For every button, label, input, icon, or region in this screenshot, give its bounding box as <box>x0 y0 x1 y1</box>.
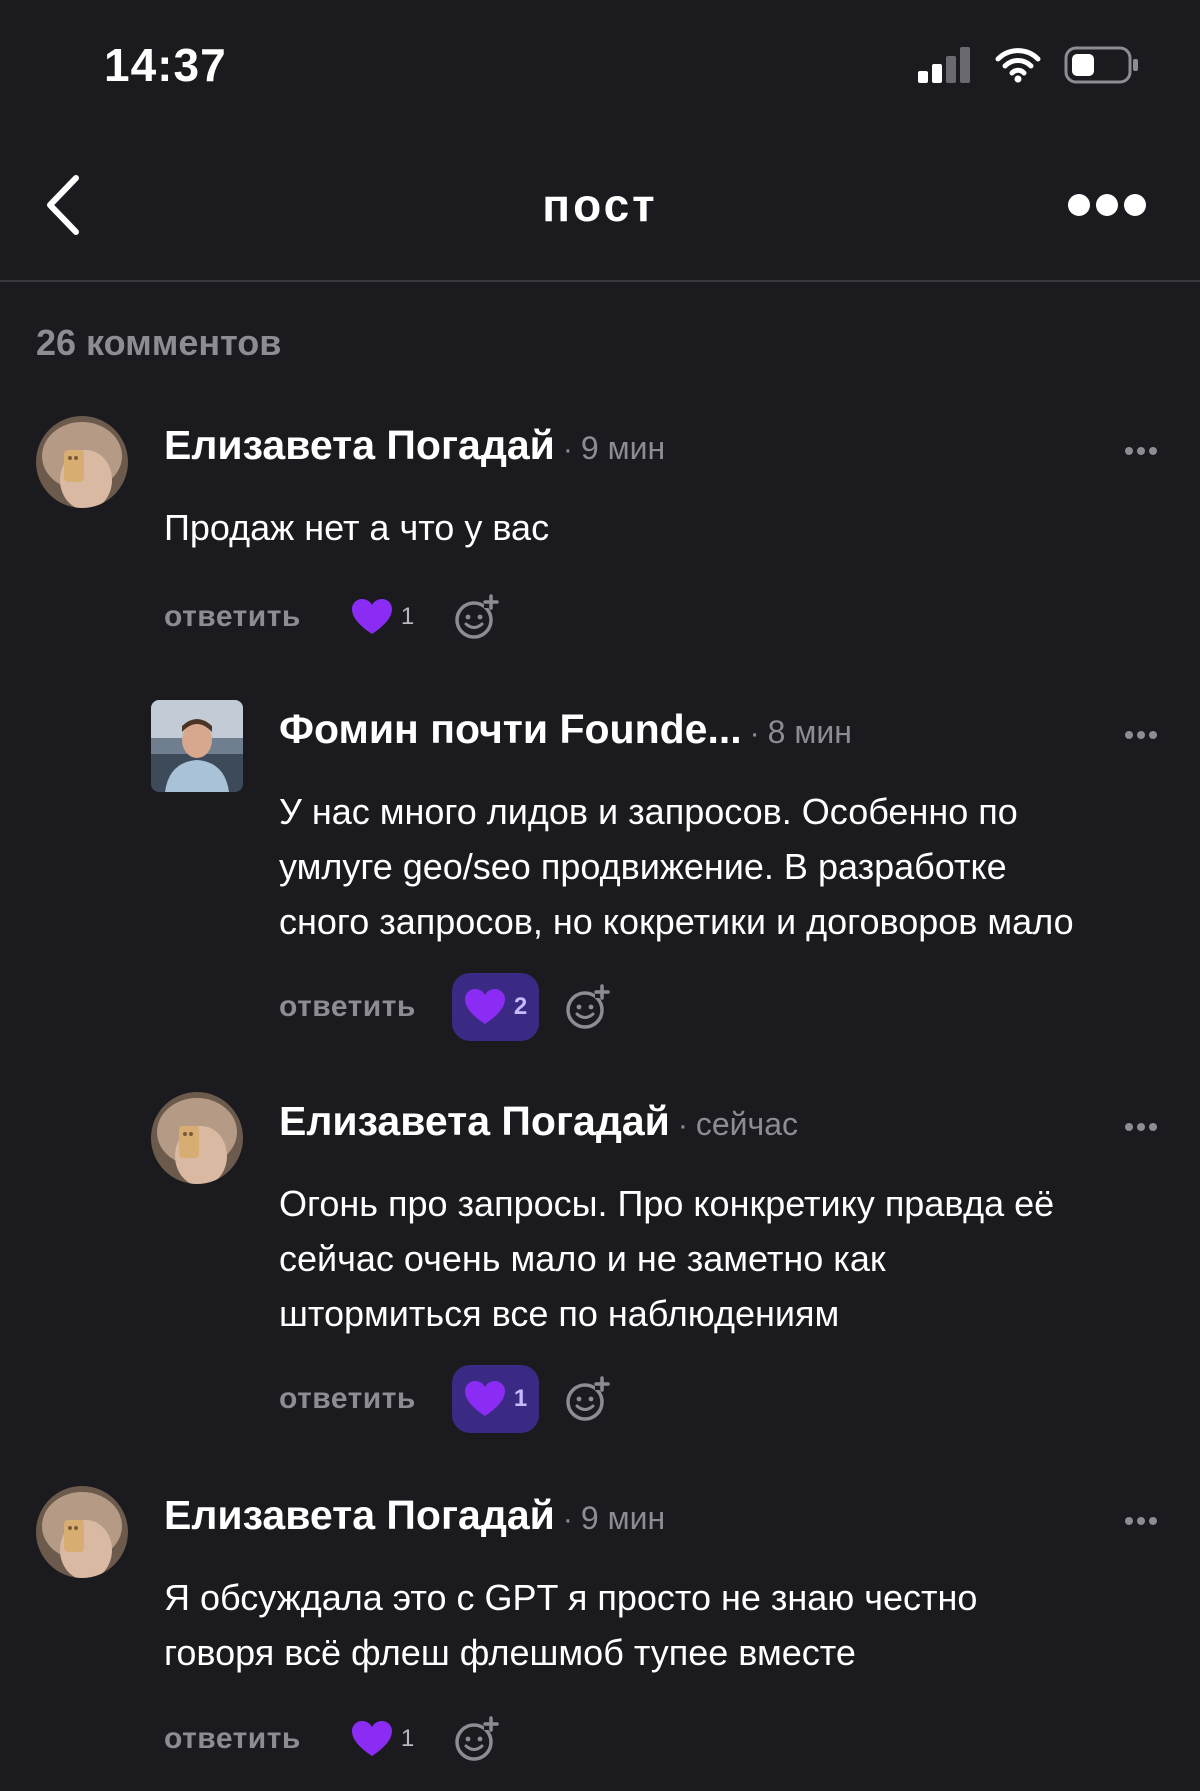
reply-button[interactable]: ответить <box>164 1722 301 1756</box>
comment-author[interactable]: Фомин почти Founde... <box>279 706 742 753</box>
like-button[interactable]: 2 <box>451 973 540 1041</box>
battery-icon <box>1064 46 1138 84</box>
separator-dot: · <box>749 717 760 750</box>
reply-button[interactable]: ответить <box>164 600 301 634</box>
comment-author[interactable]: Елизавета Погадай <box>164 1492 555 1539</box>
separator-dot: · <box>562 433 573 466</box>
heart-icon <box>351 599 392 634</box>
heart-icon <box>464 989 505 1024</box>
reply-button[interactable]: ответить <box>279 990 416 1024</box>
avatar[interactable] <box>151 1092 243 1184</box>
comment-header: Елизавета Погадай · 9 мин <box>164 422 665 469</box>
status-time: 14:37 <box>104 39 227 91</box>
avatar[interactable] <box>151 700 243 792</box>
signal-icon <box>918 47 970 83</box>
nav-header: пост <box>0 130 1200 282</box>
comment-text-line: У нас много лидов и запросов. Особенно п… <box>279 791 1018 832</box>
comment-more-icon[interactable] <box>1124 1122 1158 1132</box>
add-reaction-icon[interactable] <box>565 984 613 1030</box>
like-count: 1 <box>400 603 415 630</box>
comment-text-line: сного запросов, но кокретики и договоров… <box>279 901 1074 942</box>
status-icons <box>918 46 1140 84</box>
add-reaction-icon[interactable] <box>454 1716 502 1762</box>
comment-text: Продаж нет а что у вас <box>164 500 549 555</box>
comment-text-line: умлуге geo/seo продвижение. В разработке <box>279 846 1007 887</box>
separator-dot: · <box>677 1109 688 1142</box>
add-reaction-icon[interactable] <box>565 1376 613 1422</box>
comment-text-line: сейчас очень мало и не заметно как <box>279 1238 886 1279</box>
like-count: 2 <box>513 993 528 1020</box>
comment-text-line: штормиться все по наблюдениям <box>279 1293 840 1334</box>
comment-author[interactable]: Елизавета Погадай <box>279 1098 670 1145</box>
comment-actions: ответить 1 <box>279 1362 613 1436</box>
like-button[interactable]: 1 <box>351 1720 414 1758</box>
comment-text-line: говоря всё флеш флешмоб тупее вместе <box>164 1632 856 1673</box>
status-bar: 14:37 <box>0 0 1200 130</box>
comment-actions: ответить 2 <box>279 970 613 1044</box>
comment-text-line: Продаж нет а что у вас <box>164 507 550 548</box>
comment-text: Я обсуждала это с GPT я просто не знаю ч… <box>164 1570 977 1680</box>
like-button[interactable]: 1 <box>351 598 414 636</box>
more-icon[interactable] <box>1066 192 1148 218</box>
comment-more-icon[interactable] <box>1124 446 1158 456</box>
comments-count: 26 комментов <box>36 322 282 363</box>
like-button[interactable]: 1 <box>451 1365 540 1433</box>
comment-time: сейчас <box>695 1106 799 1142</box>
reply-button[interactable]: ответить <box>279 1382 416 1416</box>
separator-dot: · <box>562 1503 573 1536</box>
avatar[interactable] <box>36 1486 128 1578</box>
wifi-icon <box>995 48 1041 83</box>
heart-icon <box>464 1381 505 1416</box>
comment-text: У нас много лидов и запросов. Особенно п… <box>279 784 1074 949</box>
comment-more-icon[interactable] <box>1124 1516 1158 1526</box>
avatar[interactable] <box>36 416 128 508</box>
like-count: 1 <box>400 1725 415 1752</box>
comment-author[interactable]: Елизавета Погадай <box>164 422 555 469</box>
comment-actions: ответить 1 <box>164 580 502 654</box>
comment-text-line: Я обсуждала это с GPT я просто не знаю ч… <box>164 1577 978 1618</box>
comment-text-line: Огонь про запросы. Про конкретику правда… <box>279 1183 1055 1224</box>
heart-icon <box>351 1721 392 1756</box>
comment-header: Елизавета Погадай · сейчас <box>279 1098 798 1145</box>
comment-time: 8 мин <box>767 714 852 750</box>
like-count: 1 <box>513 1385 528 1412</box>
comment-actions: ответить 1 <box>164 1702 502 1776</box>
comment-time: 9 мин <box>580 430 666 466</box>
comment-header: Фомин почти Founde... · 8 мин <box>279 706 852 753</box>
comment-text: Огонь про запросы. Про конкретику правда… <box>279 1176 1054 1341</box>
comment-more-icon[interactable] <box>1124 730 1158 740</box>
page-title: пост <box>542 179 658 231</box>
comment-header: Елизавета Погадай · 9 мин <box>164 1492 665 1539</box>
comment-time: 9 мин <box>580 1500 666 1536</box>
add-reaction-icon[interactable] <box>454 594 502 640</box>
